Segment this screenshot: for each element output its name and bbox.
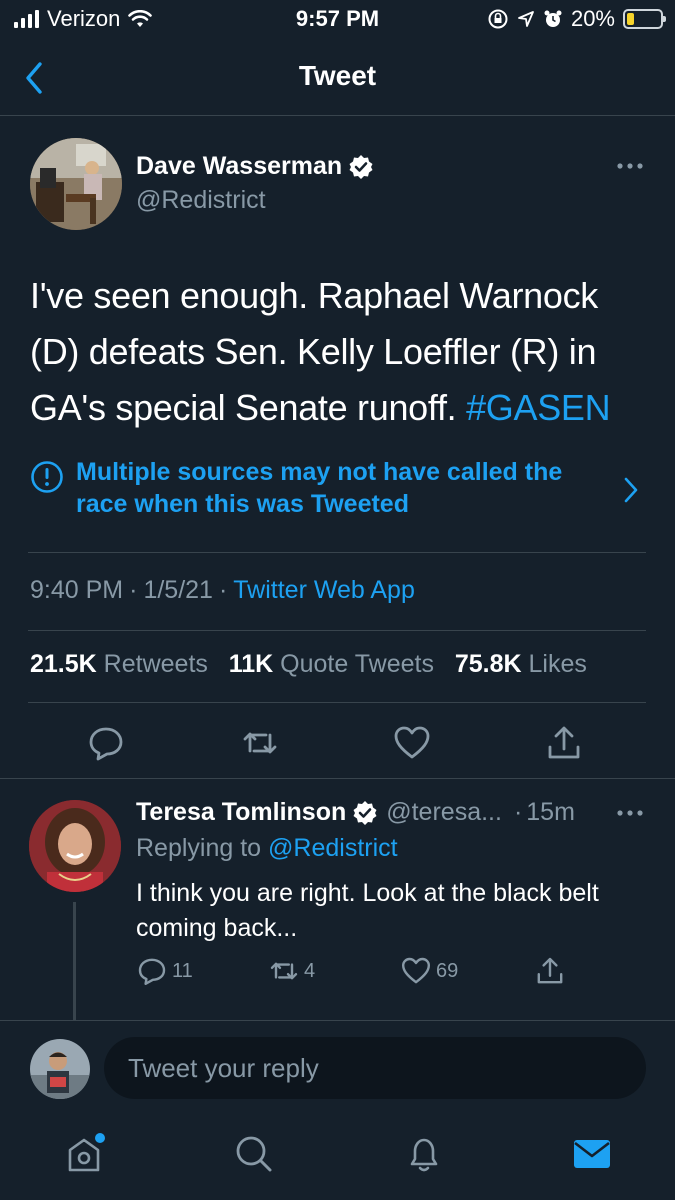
reply-composer: Tweet your reply — [0, 1020, 675, 1118]
likes-count: 75.8K — [454, 650, 522, 678]
status-bar: Verizon 9:57 PM 20% — [0, 0, 675, 40]
tweet-stats: 21.5K Retweets 11K Quote Tweets 75.8K Li… — [30, 650, 587, 679]
share-icon — [537, 957, 563, 984]
likes-stat[interactable]: 75.8K Likes — [455, 650, 587, 678]
tweet-meta: 9:40 PM · 1/5/21 · Twitter Web App — [30, 576, 415, 605]
author-handle[interactable]: @Redistrict — [136, 186, 266, 215]
hashtag-link[interactable]: #GASEN — [466, 387, 611, 428]
share-icon[interactable] — [544, 723, 584, 763]
divider — [28, 702, 646, 703]
retweet-count: 4 — [304, 959, 316, 982]
reply-input[interactable]: Tweet your reply — [104, 1037, 646, 1099]
verified-badge-icon — [353, 800, 377, 825]
reply-author-handle[interactable]: @teresa... — [386, 798, 502, 827]
tweet-actions — [0, 715, 675, 771]
reply-action-like[interactable]: 69 — [400, 955, 458, 987]
header: Tweet — [0, 44, 675, 116]
reply-author-avatar[interactable] — [29, 800, 121, 892]
like-count: 69 — [436, 959, 459, 982]
tweet-time: 9:40 PM — [30, 576, 124, 604]
thread-line — [73, 902, 76, 1020]
search-icon — [236, 1136, 272, 1172]
author-name-row: Dave Wasserman — [136, 152, 374, 181]
quote-tweets-stat[interactable]: 11K Quote Tweets — [229, 650, 434, 678]
verified-badge-icon — [349, 154, 373, 179]
reply-action-retweet[interactable]: 4 — [268, 955, 315, 987]
replying-to: Replying to @Redistrict — [136, 834, 398, 863]
chevron-right-icon — [624, 477, 638, 503]
retweets-label: Retweets — [103, 650, 208, 678]
notice-text: Multiple sources may not have called the… — [76, 458, 563, 518]
home-icon — [68, 1133, 105, 1172]
reply-count: 11 — [172, 959, 193, 982]
tab-bar — [0, 1118, 675, 1200]
author-avatar[interactable] — [30, 138, 122, 230]
author-name[interactable]: Dave Wasserman — [136, 152, 342, 181]
notifications-icon — [410, 1138, 438, 1172]
info-icon — [31, 461, 63, 493]
alarm-icon — [544, 10, 562, 27]
reply-placeholder: Tweet your reply — [128, 1053, 319, 1083]
rotation-lock-icon — [488, 9, 508, 29]
reply-header: Teresa Tomlinson @teresa... · 15m — [136, 798, 575, 827]
like-icon[interactable] — [392, 723, 432, 763]
retweets-stat[interactable]: 21.5K Retweets — [30, 650, 208, 678]
divider — [28, 552, 646, 553]
quotes-count: 11K — [228, 650, 274, 678]
quotes-label: Quote Tweets — [280, 650, 434, 678]
likes-label: Likes — [528, 650, 587, 678]
tab-search[interactable] — [232, 1132, 276, 1176]
tweet-source-link[interactable]: Twitter Web App — [233, 576, 415, 605]
replying-prefix: Replying to — [136, 834, 262, 862]
tab-messages[interactable] — [570, 1132, 614, 1176]
current-user-avatar[interactable] — [30, 1039, 90, 1099]
retweets-count: 21.5K — [30, 650, 97, 678]
retweet-icon[interactable] — [240, 723, 280, 763]
reply-action-reply[interactable]: 11 — [136, 955, 193, 987]
location-icon — [518, 11, 534, 27]
reply-action-share[interactable] — [534, 955, 566, 987]
messages-icon — [574, 1140, 610, 1168]
battery-percent: 20% — [570, 6, 615, 31]
tweet-date: 1/5/21 — [143, 576, 213, 604]
election-notice[interactable]: Multiple sources may not have called the… — [30, 456, 650, 526]
tab-home[interactable] — [62, 1132, 106, 1176]
reply-age: 15m — [526, 798, 575, 826]
replying-handle-link[interactable]: @Redistrict — [268, 834, 398, 862]
reply-author-name[interactable]: Teresa Tomlinson — [136, 798, 346, 827]
more-icon[interactable] — [614, 805, 646, 821]
divider — [28, 630, 646, 631]
divider — [0, 778, 675, 779]
retweet-icon — [270, 962, 298, 980]
reply-icon — [138, 958, 166, 985]
battery-icon — [623, 9, 666, 29]
page-title: Tweet — [298, 60, 377, 91]
tweet-text: I've seen enough. Raphael Warnock (D) de… — [30, 268, 650, 436]
tab-notifications[interactable] — [402, 1132, 446, 1176]
more-icon[interactable] — [614, 158, 646, 174]
like-icon — [402, 957, 430, 984]
reply-text: I think you are right. Look at the black… — [136, 879, 599, 942]
reply-icon[interactable] — [86, 723, 126, 763]
